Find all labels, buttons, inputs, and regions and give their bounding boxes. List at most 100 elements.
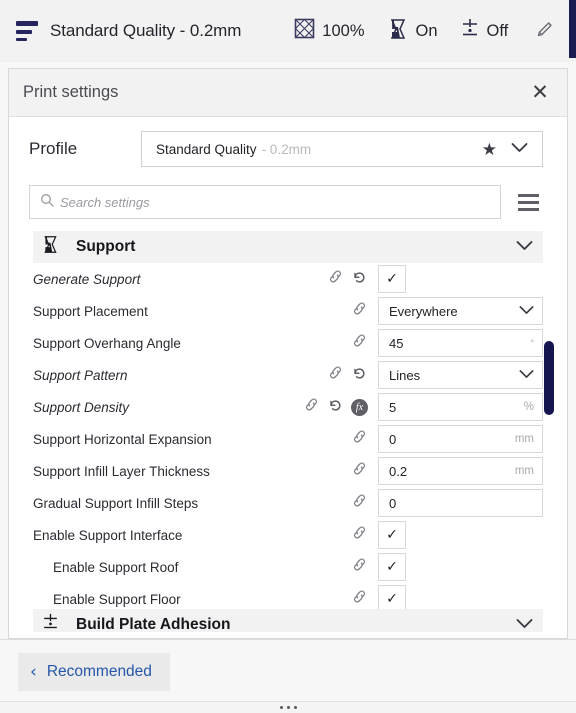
revert-icon[interactable] [327,396,344,418]
setting-input[interactable]: 0.2 mm [378,457,543,485]
category-header-support[interactable]: Support [33,231,543,263]
support-icon [387,18,409,45]
check-icon: ✓ [386,271,398,287]
link-icon[interactable] [351,588,368,610]
revert-icon[interactable] [351,364,368,386]
link-icon[interactable] [351,428,368,450]
support-icon [41,235,60,259]
link-icon[interactable] [327,364,344,386]
setting-value: 0.2 [389,463,408,479]
setting-label: Support Overhang Angle [33,335,181,351]
setting-indicators [128,364,378,386]
toolbar-edit-button[interactable] [535,19,555,44]
settings-rows: Generate Support ✓ Support Placement Eve… [9,263,567,615]
chevron-left-icon: ‹ [30,661,37,682]
setting-unit: % [523,401,534,413]
link-icon[interactable] [351,492,368,514]
setting-dropdown[interactable]: Everywhere [378,297,543,325]
profile-label: Profile [29,139,78,158]
setting-value: Everywhere [389,303,458,319]
setting-label: Enable Support Interface [33,527,183,543]
setting-row: Support Placement Everywhere [9,295,567,327]
check-icon: ✓ [386,527,398,543]
drag-handle-icon[interactable] [0,701,576,713]
setting-unit: ° [530,338,534,348]
adhesion-icon [41,613,60,632]
profile-row: Profile Standard Quality - 0.2mm ★ [9,117,567,181]
setting-indicators [178,556,378,578]
link-icon[interactable] [327,268,344,290]
setting-input[interactable]: 0 [378,489,543,517]
setting-indicators [212,428,378,450]
setting-indicators [182,524,378,546]
link-icon[interactable] [351,332,368,354]
setting-label: Support Density [33,399,130,415]
category-header-build-plate-adhesion[interactable]: Build Plate Adhesion [33,609,543,632]
toolbar-profile-button[interactable]: Standard Quality - 0.2mm [16,21,241,41]
setting-checkbox[interactable]: ✓ [378,265,406,293]
setting-control: ✓ [378,553,543,581]
fx-icon[interactable]: fx [351,398,368,416]
panel-header: Print settings ✕ [9,69,567,117]
link-icon[interactable] [351,524,368,546]
chevron-down-icon[interactable] [519,302,534,320]
setting-label: Support Infill Layer Thickness [33,463,210,479]
setting-input[interactable]: 5 % [378,393,543,421]
setting-dropdown[interactable]: Lines [378,361,543,389]
layers-icon [16,21,38,41]
toolbar-adhesion-value: Off [486,21,509,40]
link-icon[interactable] [351,460,368,482]
setting-indicators [148,300,378,322]
toolbar-adhesion-item[interactable]: Off [449,18,520,44]
panel-footer: ‹ Recommended [0,639,576,701]
settings-list: Support Generate Support ✓ Support Place… [9,231,567,632]
favorite-star-icon[interactable]: ★ [482,141,497,158]
profile-select[interactable]: Standard Quality - 0.2mm ★ [141,131,543,167]
setting-control: 0 [378,489,543,517]
setting-control: ✓ [378,265,543,293]
hamburger-menu-icon[interactable] [509,193,547,211]
setting-row: Enable Support Roof ✓ [9,551,567,583]
toolbar-infill-item[interactable]: 100% [283,18,375,44]
setting-row: Generate Support ✓ [9,263,567,295]
setting-input[interactable]: 0 mm [378,425,543,453]
search-icon [40,193,54,212]
setting-control: 0 mm [378,425,543,453]
search-input[interactable] [60,194,490,210]
setting-control: 0.2 mm [378,457,543,485]
setting-indicators [210,460,378,482]
chevron-down-icon[interactable] [519,366,534,384]
setting-label: Enable Support Floor [53,591,181,607]
link-icon[interactable] [303,396,320,418]
setting-unit: mm [514,433,534,445]
category-title: Support [76,238,136,255]
setting-row: Gradual Support Infill Steps 0 [9,487,567,519]
settings-scrollbar[interactable] [544,341,554,415]
setting-checkbox[interactable]: ✓ [378,553,406,581]
toolbar-support-item[interactable]: On [376,18,449,45]
search-box[interactable] [29,185,501,219]
link-icon[interactable] [351,300,368,322]
revert-icon[interactable] [351,268,368,290]
link-icon[interactable] [351,556,368,578]
chevron-down-icon[interactable] [511,140,528,158]
setting-control: Lines [378,361,543,389]
setting-input[interactable]: 45 ° [378,329,543,357]
setting-value: 5 [389,399,397,415]
setting-indicators [198,492,378,514]
infill-icon [294,18,315,44]
setting-value: 0 [389,431,397,447]
setting-row: Enable Support Interface ✓ [9,519,567,551]
chevron-down-icon[interactable] [516,616,533,632]
setting-row: Support Density fx 5 % [9,391,567,423]
top-toolbar: Standard Quality - 0.2mm 100% On Off [0,0,576,62]
setting-indicators [181,588,378,610]
adhesion-icon [460,18,480,44]
recommended-button[interactable]: ‹ Recommended [18,653,170,691]
page-title: Print settings [23,83,119,101]
chevron-down-icon[interactable] [516,238,533,256]
close-icon[interactable]: ✕ [529,82,551,104]
setting-row: Support Pattern Lines [9,359,567,391]
setting-value: Lines [389,367,421,383]
setting-checkbox[interactable]: ✓ [378,521,406,549]
